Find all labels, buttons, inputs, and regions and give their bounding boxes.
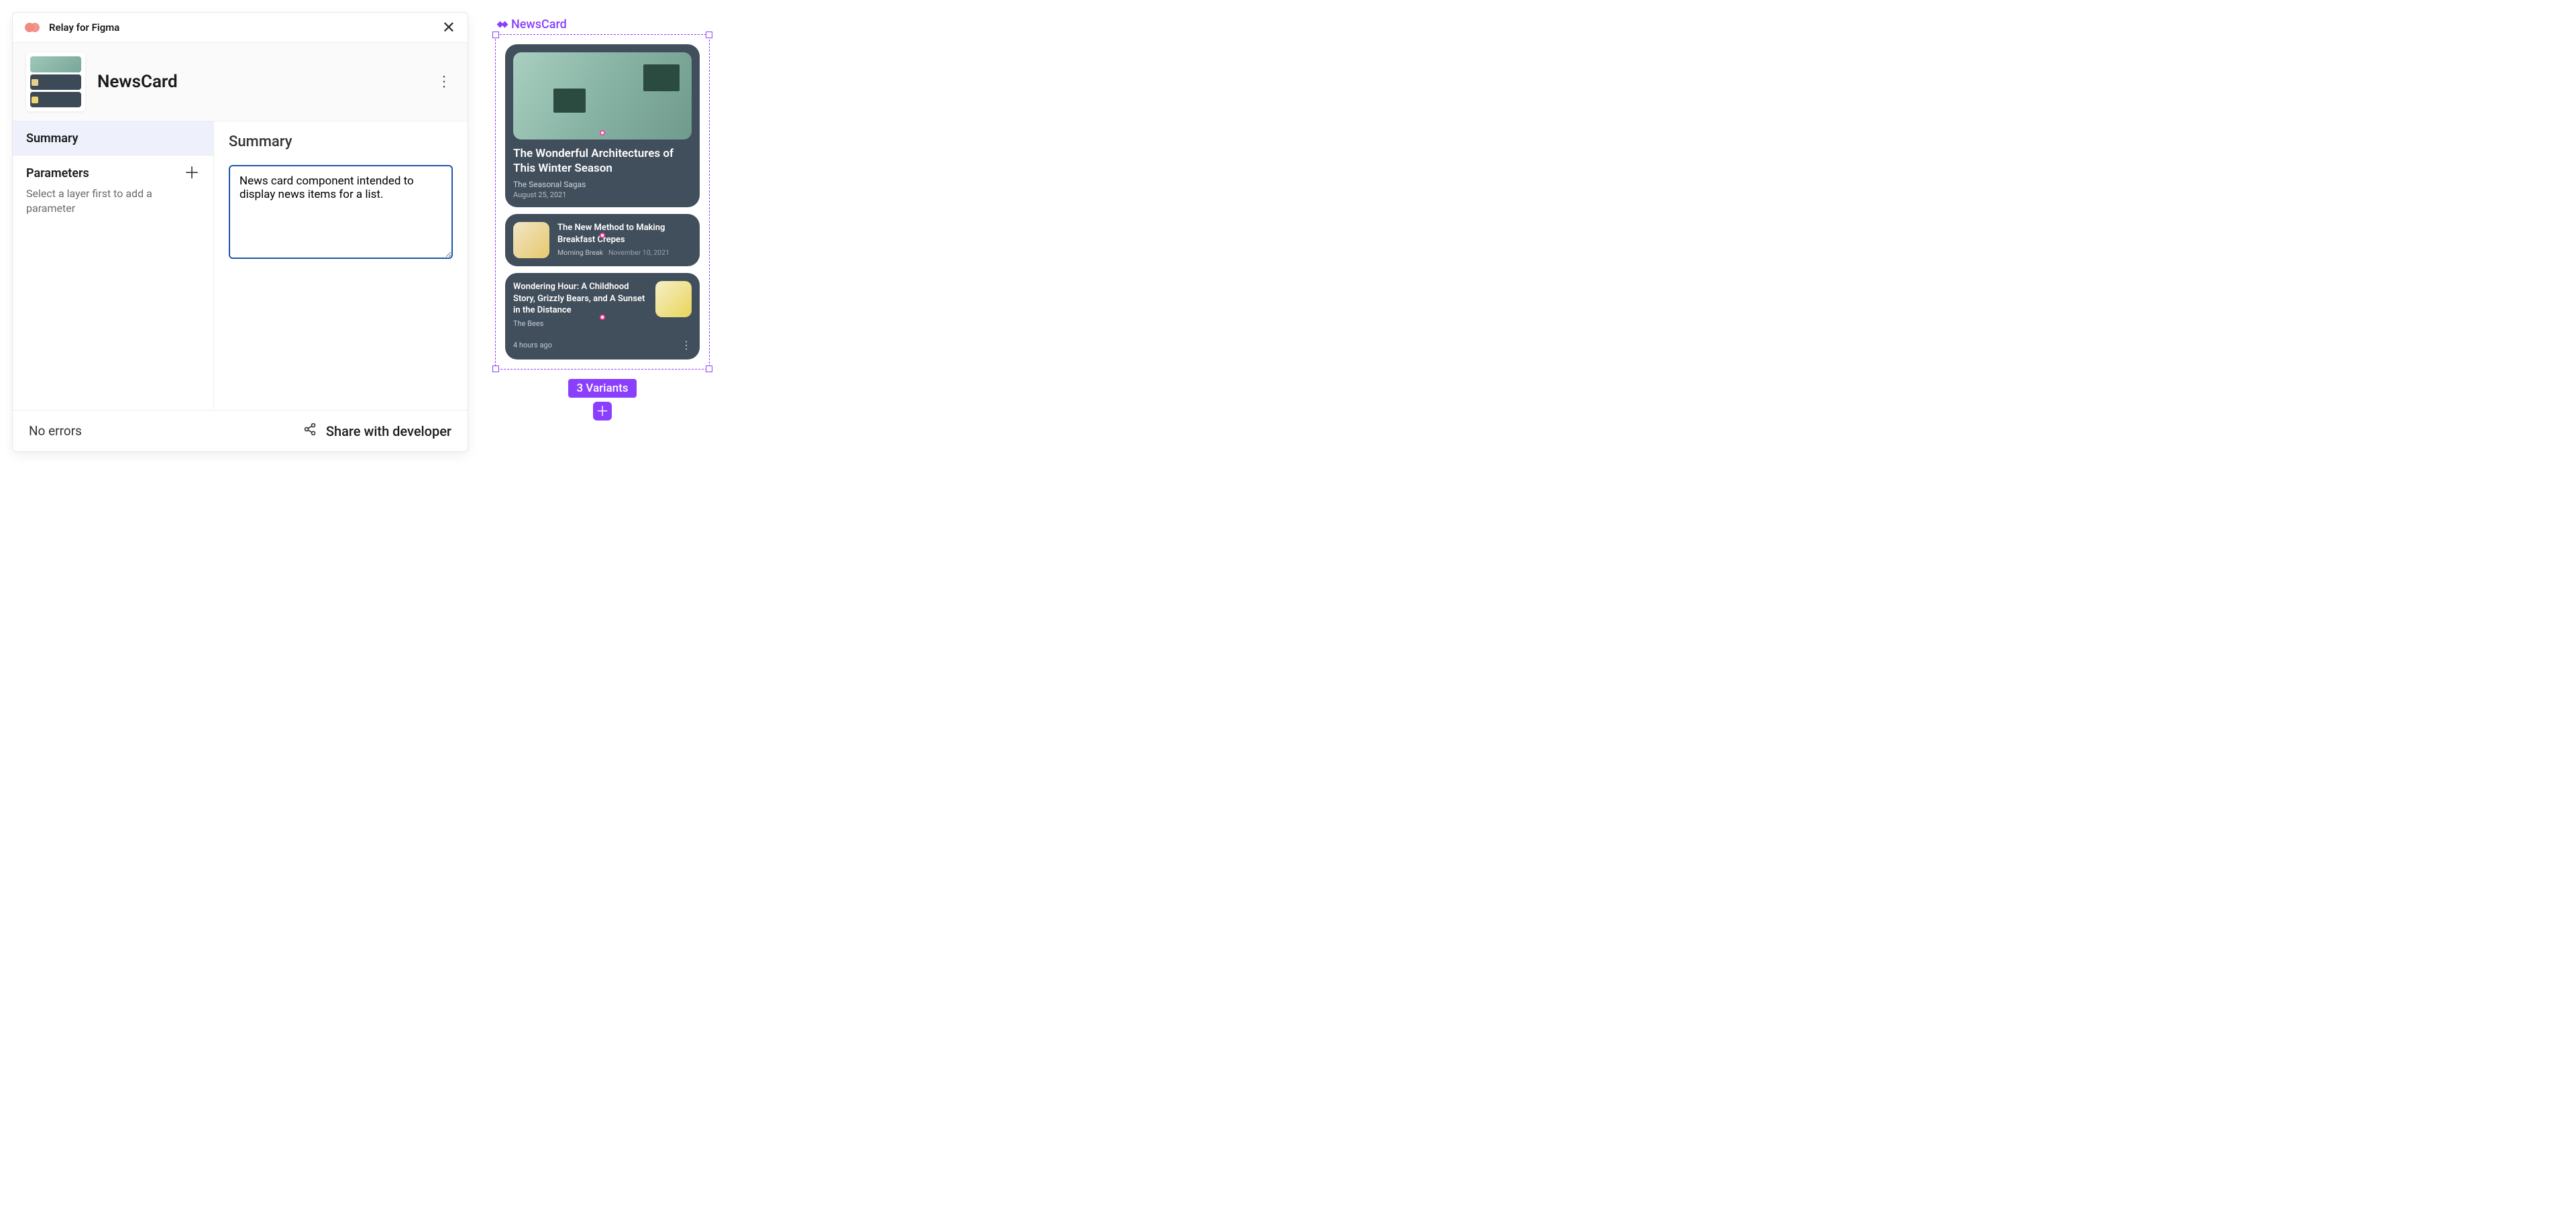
card-footer: 4 hours ago ⋮ [513,339,692,351]
relay-logo-icon [25,21,42,34]
variants-badge-group: 3 Variants ＋ [495,379,710,421]
resize-handle-bl[interactable] [492,366,499,372]
hero-date: August 25, 2021 [513,190,692,199]
thumb-mini-img [32,97,38,103]
share-label: Share with developer [326,423,451,439]
prototype-connector-dot[interactable] [600,233,605,238]
newscard-row-variant-2[interactable]: Wondering Hour: A Childhood Story, Grizz… [505,273,700,359]
more-menu-icon[interactable]: ⋮ [681,339,692,351]
component-header: NewsCard ⋮ [13,43,468,121]
share-with-developer-button[interactable]: Share with developer [303,423,451,439]
row-source: The Bees [513,319,647,328]
summary-textarea[interactable] [229,165,453,259]
resize-handle-tl[interactable] [492,32,499,38]
more-menu-icon[interactable]: ⋮ [437,74,451,91]
sidebar: Summary Parameters ＋ Select a layer firs… [13,121,214,410]
hero-source: The Seasonal Sagas [513,180,692,189]
hero-title: The Wonderful Architectures of This Wint… [513,146,692,176]
thumb-row-1 [30,74,81,90]
plugin-title-group: Relay for Figma [25,21,119,34]
newscard-row-variant-1[interactable]: The New Method to Making Breakfast Crepe… [505,214,700,266]
row-thumbnail [513,222,549,258]
newscard-hero-variant[interactable]: The Wonderful Architectures of This Wint… [505,44,700,207]
row-text-group: The New Method to Making Breakfast Crepe… [557,222,692,257]
thumb-row-2 [30,92,81,107]
add-variant-button[interactable]: ＋ [593,402,612,421]
parameters-header: Parameters ＋ [13,156,213,186]
hero-image [513,52,692,140]
resize-handle-br[interactable] [706,366,712,372]
frame-name: NewsCard [511,17,567,32]
plugin-title: Relay for Figma [49,21,119,34]
close-icon[interactable]: ✕ [442,19,455,36]
row-thumbnail [655,281,692,317]
share-icon [303,423,317,439]
figma-canvas: NewsCard The Wonderful Architectures of … [495,12,710,421]
row-title: Wondering Hour: A Childhood Story, Grizz… [513,281,647,317]
resize-handle-tr[interactable] [706,32,712,38]
row-text-group: Wondering Hour: A Childhood Story, Grizz… [513,281,647,328]
add-parameter-icon[interactable]: ＋ [184,165,200,181]
thumb-mini-img [32,79,38,86]
selection-frame[interactable]: The Wonderful Architectures of This Wint… [495,34,710,370]
prototype-connector-dot[interactable] [600,315,605,320]
row-source: Morning Break [557,248,603,257]
plugin-titlebar: Relay for Figma ✕ [13,13,468,43]
summary-heading: Summary [229,133,453,150]
row-meta: Morning Break November 10, 2021 [557,248,692,257]
component-thumbnail [26,52,85,111]
parameters-hint: Select a layer first to add a parameter [13,186,213,227]
panel-footer: No errors Share with developer [13,410,468,451]
component-name: NewsCard [97,72,178,92]
variants-count-badge[interactable]: 3 Variants [568,379,636,398]
frame-label[interactable]: NewsCard [498,17,710,32]
error-status: No errors [29,423,82,439]
prototype-connector-dot[interactable] [600,130,605,135]
relay-plugin-panel: Relay for Figma ✕ NewsCard ⋮ Summary Par… [12,12,468,452]
thumb-hero-image [30,56,81,72]
newscard-variants-stack: The Wonderful Architectures of This Wint… [505,44,700,359]
panel-body: Summary Parameters ＋ Select a layer firs… [13,121,468,410]
component-set-icon [498,20,507,30]
row-date: November 10, 2021 [608,248,669,257]
row-title: The New Method to Making Breakfast Crepe… [557,222,692,245]
parameters-title: Parameters [26,166,89,180]
tab-summary[interactable]: Summary [13,121,213,156]
row-age: 4 hours ago [513,341,552,349]
main-column: Summary [214,121,468,410]
